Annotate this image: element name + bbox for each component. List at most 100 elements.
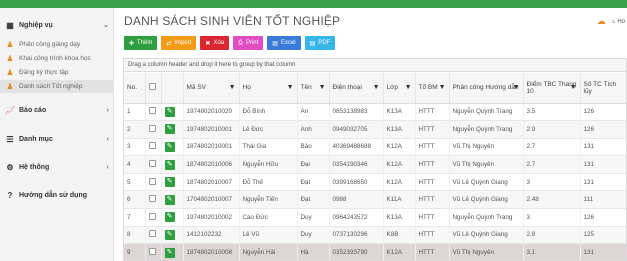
excel-button[interactable]: ▤ Excel (267, 36, 301, 50)
row-checkbox[interactable] (148, 230, 156, 238)
filter-icon[interactable]: ▼ (319, 84, 326, 91)
page-title: DANH SÁCH SINH VIÊN TỐT NGHIỆP (124, 14, 341, 28)
table-row[interactable]: 1 ✎ 1974802010020 Đỗ Bình An 0853138983 K13A HT… (124, 103, 626, 122)
col-header-tobm[interactable]: Tổ BM ▼ (415, 73, 450, 104)
edit-icon[interactable]: ✎ (164, 124, 175, 135)
cell-select[interactable] (145, 103, 162, 122)
edit-icon[interactable]: ✎ (164, 159, 175, 170)
cell-diem: 3.5 (523, 103, 581, 122)
edit-icon[interactable]: ✎ (164, 229, 175, 240)
col-header-no[interactable]: No. (124, 73, 146, 104)
sidebar-item[interactable]: ▦ Nghiệp vụ ⌄ (0, 18, 114, 32)
filter-icon[interactable]: ▼ (570, 84, 577, 91)
table-row[interactable]: 2 ✎ 1974802010001 Lê Đức Anh 0949032705 K13A HT… (124, 120, 626, 139)
cell-edit[interactable]: ✎ (161, 155, 184, 174)
cell-masv: 1974802010020 (183, 103, 240, 122)
cell-edit[interactable]: ✎ (161, 208, 184, 227)
delete-button[interactable]: ✖ Xóa (200, 36, 230, 50)
filter-icon[interactable]: ▼ (439, 84, 446, 91)
edit-icon[interactable]: ✎ (164, 177, 175, 188)
table-row[interactable]: 4 ✎ 1874802010006 Nguyễn Hữu Đại 0354190346 K1… (124, 155, 626, 174)
col-header-ho[interactable]: Họ ▼ (239, 73, 298, 104)
cell-select[interactable] (145, 190, 162, 210)
table-row[interactable]: 9 ✎ 1874802010008 Nguyễn Hải Hà 0352393790 K12… (124, 243, 626, 260)
table-row[interactable]: 7 ✎ 1974802010002 Cao Đức Duy 0964243572 K13A H… (124, 208, 626, 227)
sidebar-item[interactable]: ♟ Phân công giảng dạy (0, 38, 114, 51)
print-button[interactable]: ⎙ Print (233, 36, 264, 50)
import-button[interactable]: ⇄ Import (161, 36, 197, 50)
cell-huongdan: Nguyễn Quỳnh Trang (449, 120, 524, 139)
col-header-ten[interactable]: Tên ▼ (297, 73, 330, 104)
table-row[interactable]: 3 ✎ 1874802010001 Thái Gia Bảo 40369488688 K12… (124, 138, 626, 157)
group-drop-area[interactable]: Drag a column header and drop it here to… (124, 59, 626, 72)
file-icon: ▤ (272, 40, 278, 47)
sidebar-item[interactable]: 📈 Báo cáo ‹ (0, 103, 114, 117)
cell-tobm: HTTT (415, 190, 450, 210)
edit-icon[interactable]: ✎ (164, 212, 175, 223)
filter-icon[interactable]: ▼ (229, 84, 236, 91)
col-header-label: Lớp (386, 84, 399, 92)
filter-icon[interactable]: ▼ (513, 84, 520, 91)
table-row[interactable]: 6 ✎ 1704802010007 Nguyễn Tiến Đạt 0988 K11A HTT… (124, 190, 626, 210)
cell-select[interactable] (145, 120, 162, 139)
col-header-masv[interactable]: Mã SV ▼ (183, 73, 240, 104)
col-header-huongdan[interactable]: Phân công Hướng dẫn ▼ (449, 73, 524, 104)
sidebar-item[interactable]: ? Hướng dẫn sử dụng (0, 188, 114, 202)
row-checkbox[interactable] (148, 248, 156, 256)
cell-edit[interactable]: ✎ (161, 173, 184, 192)
cell-lop: K13A (383, 120, 416, 139)
row-checkbox[interactable] (148, 177, 156, 185)
cell-edit[interactable]: ✎ (161, 103, 184, 122)
row-checkbox[interactable] (148, 212, 156, 220)
col-header-phone[interactable]: Điện thoại ▼ (329, 73, 384, 104)
cell-masv: 1974802010001 (183, 120, 240, 139)
sidebar-item[interactable]: ♟ Khai công trình khoa học (0, 52, 114, 65)
cell-ten: Đại (297, 155, 330, 174)
cell-edit[interactable]: ✎ (161, 138, 184, 157)
table-row[interactable]: 8 ✎ 1412102232 Lê Vũ Duy 0737130296 K8B HTTT Vũ … (124, 226, 626, 245)
cell-edit[interactable]: ✎ (161, 190, 184, 210)
col-header-select[interactable] (145, 73, 162, 104)
cell-edit[interactable]: ✎ (161, 226, 184, 245)
row-checkbox[interactable] (148, 107, 156, 115)
cell-select[interactable] (145, 208, 162, 227)
col-header-sotc[interactable]: Số TC Tích lũy (580, 73, 626, 104)
filter-icon[interactable]: ▼ (405, 84, 412, 91)
cell-select[interactable] (145, 243, 162, 260)
col-header-diem[interactable]: Điểm TBC Thang 10 ▼ (523, 73, 581, 104)
add-button[interactable]: ✚ Thêm (124, 36, 158, 50)
pdf-button[interactable]: ▤ PDF (304, 36, 336, 50)
row-checkbox[interactable] (148, 160, 156, 168)
cloud-icon[interactable]: ☁ (597, 16, 606, 27)
row-checkbox[interactable] (148, 195, 156, 203)
col-header-lop[interactable]: Lớp ▼ (383, 73, 416, 104)
home-icon[interactable]: ⌂ (612, 19, 616, 25)
edit-icon[interactable]: ✎ (164, 194, 175, 205)
filter-icon[interactable]: ▼ (373, 84, 380, 91)
header-right-text[interactable]: Ho (617, 19, 625, 25)
user-icon: ♟ (6, 82, 14, 91)
cell-select[interactable] (145, 138, 162, 157)
sidebar-item[interactable]: ♟ Đăng ký thực tập (0, 66, 114, 79)
cell-edit[interactable]: ✎ (161, 120, 184, 139)
row-checkbox[interactable] (148, 124, 156, 132)
filter-icon[interactable]: ▼ (287, 84, 294, 91)
sidebar-item[interactable]: ⚙ Hệ thống ‹ (0, 160, 114, 174)
delete-button-label: Xóa (213, 40, 225, 46)
cell-edit[interactable]: ✎ (161, 243, 184, 260)
cell-ho: Đỗ Thế (239, 173, 298, 192)
edit-icon[interactable]: ✎ (164, 247, 175, 258)
row-checkbox[interactable] (148, 142, 156, 150)
cell-huongdan: Vũ Thị Nguyên (449, 155, 524, 174)
table-row[interactable]: 5 ✎ 1874802010007 Đỗ Thế Đạt 0399168650 K12A HT… (124, 173, 626, 192)
edit-icon[interactable]: ✎ (164, 141, 175, 152)
cell-select[interactable] (145, 173, 162, 192)
cell-tobm: HTTT (415, 243, 450, 260)
cell-select[interactable] (145, 226, 162, 245)
cell-select[interactable] (145, 155, 162, 174)
sidebar-item[interactable]: ♟ Danh sách Tốt nghiệp (0, 80, 114, 93)
edit-icon[interactable]: ✎ (164, 106, 175, 117)
sidebar-item[interactable]: ☰ Danh mục ‹ (0, 132, 114, 146)
sidebar-item-label: Danh sách Tốt nghiệp (19, 83, 83, 90)
select-all-checkbox[interactable] (148, 83, 156, 91)
